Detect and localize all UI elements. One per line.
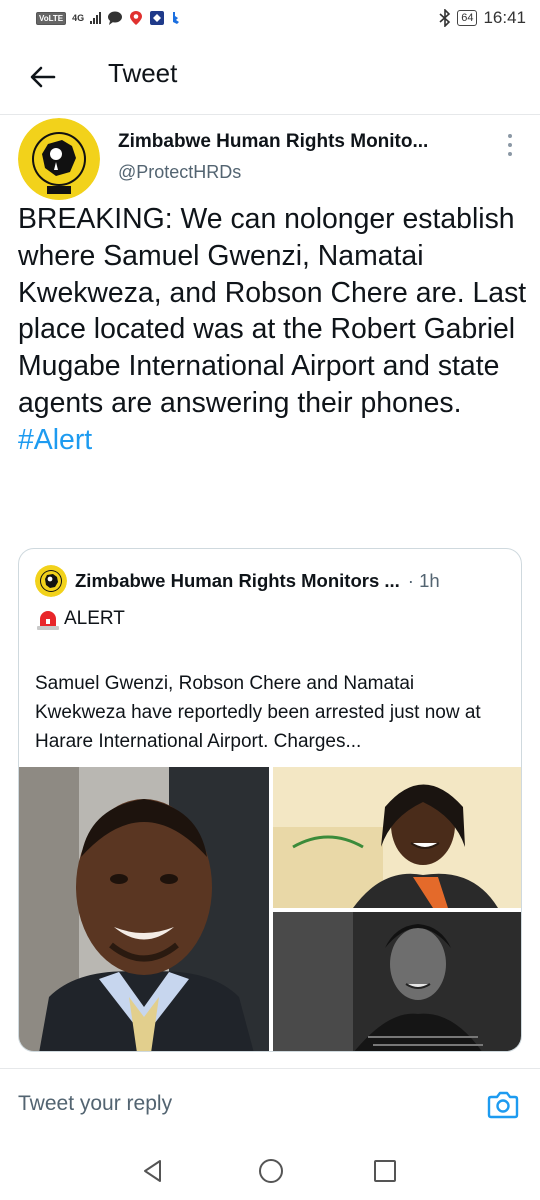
siren-icon: [37, 611, 59, 630]
signal-icon: [90, 12, 102, 24]
status-bar: VoLTE 4G 64 16:41: [0, 0, 540, 36]
alert-label: ALERT: [64, 608, 125, 629]
chat-bubble-icon: [108, 11, 123, 25]
tweet-body-text: BREAKING: We can nolonger establish wher…: [18, 203, 527, 419]
hashtag-link[interactable]: #Alert: [18, 424, 92, 456]
arrow-left-icon[interactable]: [26, 60, 60, 94]
app-header: Tweet: [0, 44, 540, 110]
photo-namatai-kwekweza[interactable]: [273, 912, 522, 1052]
quoted-timestamp: · 1h: [407, 570, 440, 591]
bluetooth-icon: [439, 9, 451, 27]
photo-samuel-gwenzi[interactable]: [19, 767, 269, 1052]
status-time: 16:41: [483, 8, 526, 27]
quoted-tweet-card[interactable]: Zimbabwe Human Rights Monitors ... · 1h …: [18, 548, 522, 1052]
app-icon: [150, 11, 165, 25]
bing-icon: [173, 12, 180, 24]
page-title: Tweet: [108, 58, 178, 88]
location-icon: [130, 11, 143, 25]
quoted-author-name: Zimbabwe Human Rights Monitors ...: [75, 570, 400, 591]
quoted-author-avatar: [35, 565, 67, 597]
nav-recents-square-icon[interactable]: [370, 1156, 400, 1186]
nav-back-triangle-icon[interactable]: [138, 1156, 168, 1186]
photo-robson-chere[interactable]: [273, 767, 522, 908]
camera-icon[interactable]: [486, 1088, 520, 1120]
more-options-icon[interactable]: [498, 128, 522, 162]
nav-home-circle-icon[interactable]: [256, 1156, 286, 1186]
header-divider: [0, 114, 540, 115]
quoted-tweet-header: Zimbabwe Human Rights Monitors ... · 1h: [35, 565, 515, 597]
author-handle[interactable]: @ProtectHRDs: [118, 162, 241, 183]
quoted-media-grid[interactable]: [19, 767, 522, 1052]
quoted-tweet-text: Samuel Gwenzi, Robson Chere and Namatai …: [35, 673, 481, 752]
reply-divider: [0, 1068, 540, 1069]
author-avatar[interactable]: [18, 118, 100, 200]
tweet-body: BREAKING: We can nolonger establish wher…: [18, 201, 528, 459]
system-nav-bar: [0, 1140, 540, 1200]
battery-indicator: 64: [457, 10, 478, 26]
alert-line: ALERT: [35, 607, 125, 631]
author-name[interactable]: Zimbabwe Human Rights Monito...: [118, 131, 488, 153]
reply-input[interactable]: [18, 1088, 458, 1120]
network-type: 4G: [72, 12, 85, 23]
volte-badge: VoLTE: [36, 11, 67, 25]
